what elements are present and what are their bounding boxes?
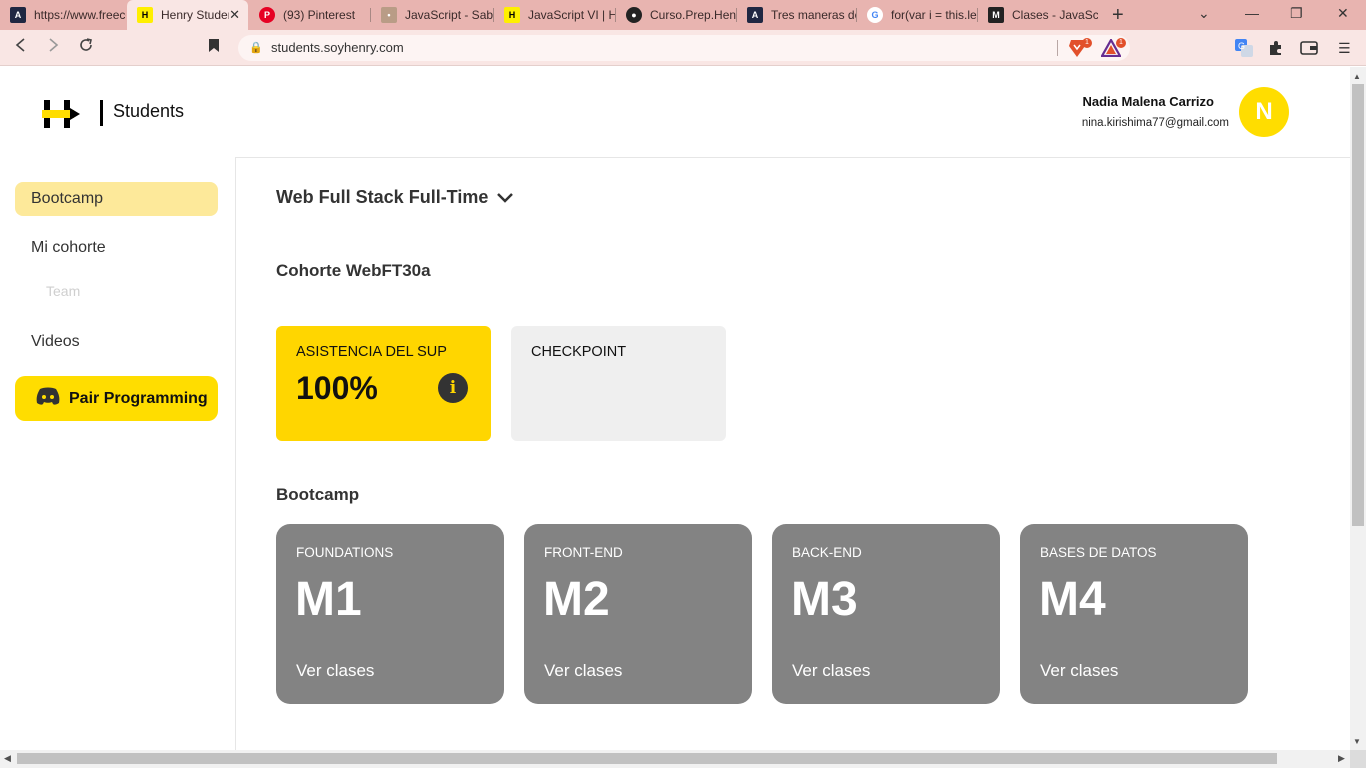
stat-label: CHECKPOINT [531,344,627,360]
new-tab-button[interactable]: + [1112,4,1124,27]
user-email: nina.kirishima77@gmail.com [1081,117,1229,129]
ver-clases-link[interactable]: Ver clases [544,661,622,681]
horizontal-scroll-thumb[interactable] [17,753,1277,764]
module-code: M2 [543,573,610,626]
bookmark-icon[interactable] [208,38,220,58]
pair-programming-button[interactable]: Pair Programming [15,376,218,421]
henry-icon: H [504,7,520,23]
rewards-badge: 1 [1116,38,1126,48]
section-title: Bootcamp [276,485,360,504]
chevron-down-icon [497,187,514,208]
scroll-up-icon[interactable]: ▲ [1353,72,1361,81]
m-icon: M [988,7,1004,23]
svg-text:G: G [1238,41,1245,51]
attendance-card: ASISTENCIA DEL SUP 100% i [276,326,491,441]
sidebar-divider [235,157,236,750]
module-code: M3 [791,573,858,626]
brave-badge: 1 [1082,38,1092,48]
tab-title: https://www.freecodecamp.org [34,8,126,22]
restore-button[interactable]: ❐ [1290,5,1303,22]
tab-title: Clases - JavaScript [1012,8,1098,22]
tab-title: JavaScript - Saber [405,8,493,22]
stat-value: 100% [296,370,378,406]
tab-tres-maneras[interactable]: A Tres maneras de [737,0,856,30]
henry-logo[interactable] [42,100,82,133]
tab-curso-prep[interactable]: ● Curso.Prep.Henry [616,0,736,30]
scroll-left-icon[interactable]: ◀ [4,753,11,764]
reload-icon[interactable] [78,37,94,58]
extensions-icon[interactable] [1268,40,1284,61]
tab-henry-students[interactable]: H Henry Students ✕ [127,0,248,30]
pinterest-icon: P [259,7,275,23]
back-icon[interactable] [14,38,28,57]
ver-clases-link[interactable]: Ver clases [792,661,870,681]
pair-programming-label: Pair Programming [69,389,208,407]
sidebar-item-videos[interactable]: Videos [15,325,218,359]
sidebar-item-label: Mi cohorte [31,239,106,256]
logo-divider [100,100,103,126]
module-card-m2[interactable]: FRONT-END M2 Ver clases [524,524,752,704]
afs-icon: A [10,7,26,23]
tab-search-icon[interactable]: ⌄ [1198,5,1210,22]
program-selector[interactable]: Web Full Stack Full-Time [276,187,514,208]
tab-title: JavaScript VI | Henry [528,8,615,22]
tab-title: for(var i = this.le [891,8,977,22]
content-divider [235,157,1350,158]
divider [1057,40,1058,56]
tab-title: Henry Students [161,8,229,22]
checkpoint-card: CHECKPOINT [511,326,726,441]
google-icon: G [867,7,883,23]
module-subtitle: BACK-END [792,545,862,560]
sidebar-item-label: Bootcamp [31,190,104,207]
discord-icon [35,386,61,411]
tab-title: Tres maneras de [771,8,856,22]
scroll-right-icon[interactable]: ▶ [1338,753,1345,764]
url-text[interactable]: students.soyhenry.com [271,40,404,55]
module-subtitle: FOUNDATIONS [296,545,394,560]
stat-label: ASISTENCIA DEL SUP [296,344,447,360]
translate-icon[interactable]: G [1235,39,1253,62]
scrollbar-corner [1350,750,1366,768]
tab-pinterest[interactable]: P (93) Pinterest [249,0,369,30]
wallet-icon[interactable] [1300,40,1318,61]
minimize-button[interactable]: — [1245,5,1259,21]
module-subtitle: FRONT-END [544,545,623,560]
program-title: Web Full Stack Full-Time [276,187,489,207]
module-card-m3[interactable]: BACK-END M3 Ver clases [772,524,1000,704]
henry-icon: H [137,7,153,23]
module-card-m4[interactable]: BASES DE DATOS M4 Ver clases [1020,524,1248,704]
vertical-scroll-thumb[interactable] [1352,84,1364,526]
info-icon[interactable]: i [438,373,468,403]
close-tab-icon[interactable]: ✕ [229,7,240,23]
sidebar-item-label: Videos [31,333,80,350]
module-subtitle: BASES DE DATOS [1040,545,1157,560]
avatar[interactable]: N [1239,87,1289,137]
github-icon: ● [626,7,642,23]
ver-clases-link[interactable]: Ver clases [296,661,374,681]
module-code: M4 [1039,573,1106,626]
tab-title: Curso.Prep.Henry [650,8,736,22]
module-code: M1 [295,573,362,626]
brand-title: Students [113,101,185,121]
tab-google-search[interactable]: G for(var i = this.le [857,0,977,30]
afs-icon: A [747,7,763,23]
sidebar-item-bootcamp[interactable]: Bootcamp [15,182,218,216]
module-card-m1[interactable]: FOUNDATIONS M1 Ver clases [276,524,504,704]
forward-icon[interactable] [46,38,60,57]
ver-clases-link[interactable]: Ver clases [1040,661,1118,681]
sidebar-item-team: Team [46,283,81,299]
close-window-button[interactable]: ✕ [1337,5,1349,22]
tab-title: (93) Pinterest [283,8,356,22]
user-name: Nadia Malena Carrizo [1082,94,1215,109]
cohort-title: Cohorte WebFT30a [276,261,431,280]
tab-clases-javascript[interactable]: M Clases - JavaScript [978,0,1098,30]
tab-javascript-vi[interactable]: H JavaScript VI | Henry [494,0,615,30]
lock-icon: 🔒 [249,42,263,54]
scroll-down-icon[interactable]: ▼ [1353,737,1361,746]
tab-javascript-saber[interactable]: • JavaScript - Saber [371,0,493,30]
menu-icon[interactable]: ☰ [1338,40,1351,57]
tab-freecodecamp[interactable]: A https://www.freecodecamp.org [0,0,126,30]
sidebar-item-mi-cohorte[interactable]: Mi cohorte [15,231,218,265]
avatar-icon: • [381,7,397,23]
